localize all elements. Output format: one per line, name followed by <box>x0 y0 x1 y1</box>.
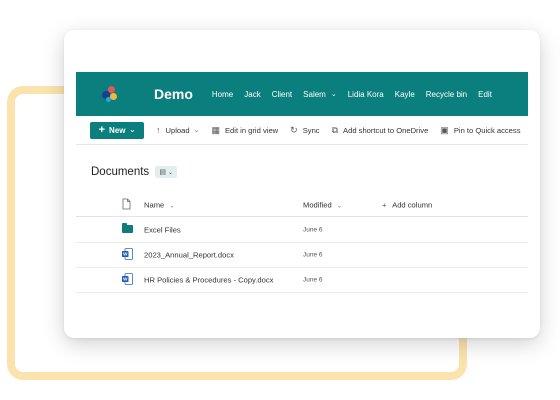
top-navigation: Home Jack Client Salem ⌄ Lidia Kora Kayl… <box>201 90 492 99</box>
library-icon: ▤ <box>159 169 166 176</box>
chevron-down-icon: ⌄ <box>169 203 175 210</box>
svg-text:W: W <box>123 276 128 281</box>
nav-edit[interactable]: Edit <box>478 90 492 99</box>
add-column-header[interactable]: + Add column <box>382 201 432 210</box>
nav-salem-label: Salem <box>303 89 326 99</box>
nav-jack[interactable]: Jack <box>244 90 260 99</box>
nav-salem[interactable]: Salem ⌄ <box>303 90 337 99</box>
file-name[interactable]: Excel Files <box>144 225 181 234</box>
nav-home[interactable]: Home <box>212 90 233 99</box>
add-column-label: Add column <box>392 200 433 210</box>
modified-date: June 6 <box>303 276 323 283</box>
plus-icon: + <box>382 200 387 210</box>
command-bar-divider <box>76 144 528 145</box>
word-document-icon: W <box>122 247 133 262</box>
file-type-header-icon[interactable] <box>122 198 131 212</box>
edit-grid-view-label: Edit in grid view <box>224 125 279 135</box>
plus-icon: + <box>98 123 106 136</box>
command-bar: + New ⌄ ↑ Upload ⌄ ▦ Edit in grid view ↻… <box>76 120 528 140</box>
site-logo-icon[interactable] <box>100 84 120 104</box>
view-switcher-button[interactable]: ▤ ⌄ <box>155 166 178 178</box>
upload-icon: ↑ <box>156 125 161 135</box>
pin-quick-access-label: Pin to Quick access <box>453 125 521 135</box>
list-item[interactable]: Excel Files June 6 <box>76 217 528 243</box>
sync-label: Sync <box>302 125 320 135</box>
pin-quick-access-button[interactable]: ▣ Pin to Quick access <box>440 125 520 136</box>
name-column-label: Name <box>144 200 165 210</box>
list-item[interactable]: W 2023_Annual_Report.docx June 6 <box>76 242 528 268</box>
library-title-text: Documents <box>91 166 150 178</box>
chevron-down-icon: ⌄ <box>129 127 136 134</box>
sharepoint-window: Demo Home Jack Client Salem ⌄ Lidia Kora… <box>64 30 540 338</box>
site-title[interactable]: Demo <box>154 86 193 102</box>
edit-grid-view-button[interactable]: ▦ Edit in grid view <box>211 125 278 136</box>
nav-lidia-kora[interactable]: Lidia Kora <box>348 90 384 99</box>
list-item[interactable]: W HR Policies & Procedures - Copy.docx J… <box>76 267 528 293</box>
upload-label: Upload <box>165 125 190 135</box>
library-title: Documents ▤ ⌄ <box>91 166 178 178</box>
chevron-down-icon: ⌄ <box>193 127 200 134</box>
modified-column-header[interactable]: Modified ⌄ <box>303 201 342 210</box>
list-header: Name ⌄ Modified ⌄ + Add column <box>76 194 528 217</box>
folder-icon <box>122 222 133 235</box>
pin-icon: ▣ <box>440 124 449 135</box>
sync-button[interactable]: ↻ Sync <box>290 125 319 136</box>
site-header: Demo Home Jack Client Salem ⌄ Lidia Kora… <box>76 72 528 116</box>
modified-date: June 6 <box>303 251 323 258</box>
file-name[interactable]: HR Policies & Procedures - Copy.docx <box>144 275 273 284</box>
word-document-icon: W <box>122 272 133 287</box>
new-button[interactable]: + New ⌄ <box>90 121 144 139</box>
nav-recycle-bin[interactable]: Recycle bin <box>426 90 467 99</box>
file-name[interactable]: 2023_Annual_Report.docx <box>144 250 234 259</box>
name-column-header[interactable]: Name ⌄ <box>144 201 174 210</box>
chevron-down-icon: ⌄ <box>330 91 337 98</box>
modified-date: June 6 <box>303 226 323 233</box>
upload-button[interactable]: ↑ Upload ⌄ <box>156 125 199 135</box>
grid-icon: ▦ <box>211 124 220 135</box>
add-shortcut-label: Add shortcut to OneDrive <box>343 125 429 135</box>
new-button-label: New <box>109 125 126 135</box>
svg-text:W: W <box>123 251 128 256</box>
modified-column-label: Modified <box>303 200 332 210</box>
nav-client[interactable]: Client <box>272 90 292 99</box>
nav-kayle[interactable]: Kayle <box>395 90 415 99</box>
chevron-down-icon: ⌄ <box>167 169 173 176</box>
add-shortcut-button[interactable]: ⧉ Add shortcut to OneDrive <box>332 125 429 136</box>
sync-icon: ↻ <box>290 124 298 135</box>
chevron-down-icon: ⌄ <box>336 203 342 210</box>
shortcut-icon: ⧉ <box>331 124 339 135</box>
